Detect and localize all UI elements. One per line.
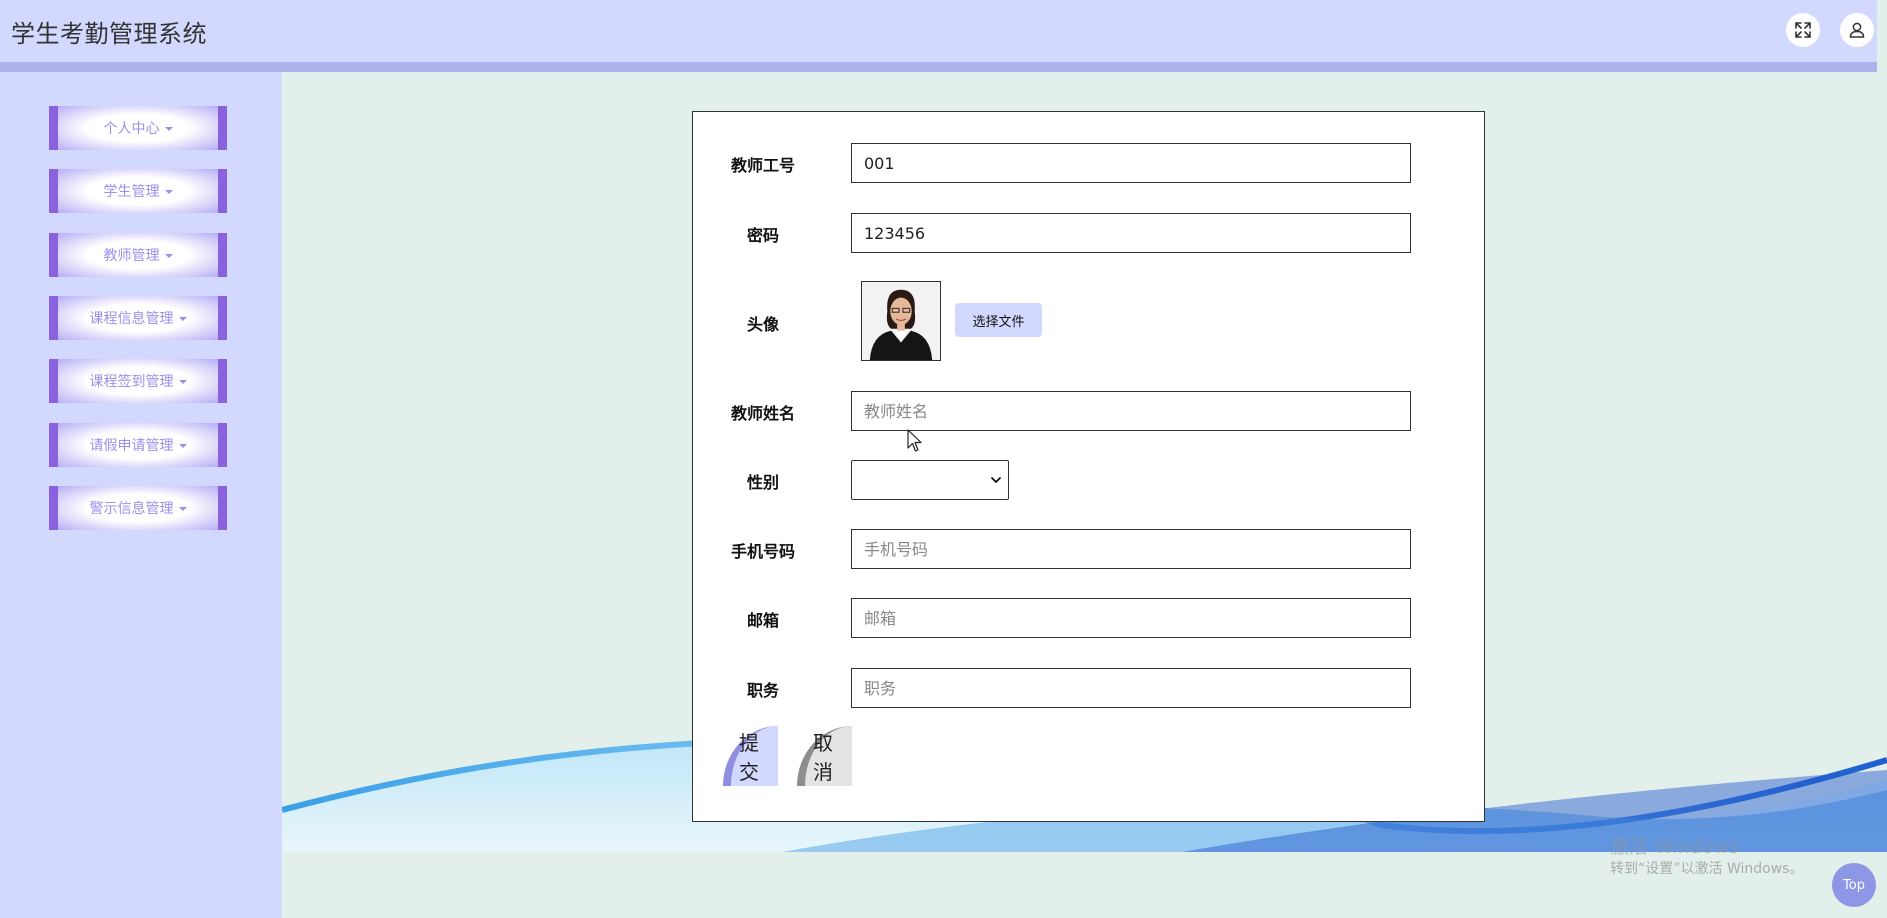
caret-down-icon [164, 127, 173, 131]
sidebar-item-label: 请假申请管理 [89, 438, 174, 454]
sidebar-item-label: 个人中心 [103, 121, 160, 137]
email-label: 邮箱 [746, 611, 779, 630]
phone-input[interactable] [851, 529, 1411, 569]
sidebar-item-course-checkin[interactable]: 课程签到管理 [49, 359, 227, 403]
sidebar-item-label: 学生管理 [103, 184, 160, 200]
position-input[interactable] [851, 668, 1411, 708]
sidebar-item-teacher-management[interactable]: 教师管理 [49, 233, 227, 277]
password-input[interactable] [851, 213, 1411, 253]
sidebar-item-warning-info[interactable]: 警示信息管理 [49, 486, 227, 530]
caret-down-icon [178, 380, 187, 384]
caret-down-icon [164, 254, 173, 258]
sidebar-item-label: 警示信息管理 [89, 501, 174, 517]
user-menu-button[interactable] [1840, 13, 1874, 47]
sidebar-item-label: 课程信息管理 [89, 311, 174, 327]
caret-down-icon [178, 444, 187, 448]
phone-label: 手机号码 [730, 542, 795, 561]
header-bar: 学生考勤管理系统 [0, 0, 1877, 72]
submit-button[interactable]: 提交 [723, 726, 778, 786]
teacher-name-input[interactable] [851, 391, 1411, 431]
activation-watermark-title: 激活 Windows [1610, 836, 1739, 858]
caret-down-icon [164, 190, 173, 194]
gender-label: 性别 [746, 473, 779, 492]
sidebar: 个人中心 学生管理 教师管理 课程信息管理 课程签到管理 请假申请管理 警示信息… [0, 72, 282, 918]
sidebar-item-student-management[interactable]: 学生管理 [49, 169, 227, 213]
avatar-image [861, 281, 941, 361]
avatar-photo [862, 282, 940, 360]
user-icon [1849, 22, 1865, 38]
email-input[interactable] [851, 598, 1411, 638]
sidebar-item-leave-application[interactable]: 请假申请管理 [49, 423, 227, 467]
avatar-label: 头像 [746, 315, 779, 334]
chevron-down-icon [991, 477, 1001, 483]
caret-down-icon [178, 507, 187, 511]
caret-down-icon [178, 317, 187, 321]
sidebar-item-label: 教师管理 [103, 248, 160, 264]
sidebar-item-course-info[interactable]: 课程信息管理 [49, 296, 227, 340]
fullscreen-icon [1795, 22, 1811, 38]
fullscreen-button[interactable] [1786, 13, 1820, 47]
activation-watermark-hint: 转到“设置”以激活 Windows。 [1610, 861, 1804, 877]
password-label: 密码 [746, 226, 779, 245]
teacher-id-label: 教师工号 [730, 156, 795, 175]
gender-select[interactable] [851, 460, 1009, 500]
mouse-cursor-icon [907, 429, 922, 452]
choose-file-button[interactable]: 选择文件 [955, 303, 1042, 337]
teacher-name-label: 教师姓名 [730, 404, 795, 423]
position-label: 职务 [746, 681, 779, 700]
cancel-button[interactable]: 取消 [797, 726, 852, 786]
teacher-id-input[interactable] [851, 143, 1411, 183]
app-title: 学生考勤管理系统 [11, 20, 207, 48]
teacher-form-card: 教师工号 密码 头像 选择文件 教师姓名 性别 手机号码 邮箱 职务 提交 取消 [692, 111, 1485, 822]
back-to-top-button[interactable]: Top [1832, 863, 1876, 907]
sidebar-item-label: 课程签到管理 [89, 374, 174, 390]
sidebar-item-personal-center[interactable]: 个人中心 [49, 106, 227, 150]
